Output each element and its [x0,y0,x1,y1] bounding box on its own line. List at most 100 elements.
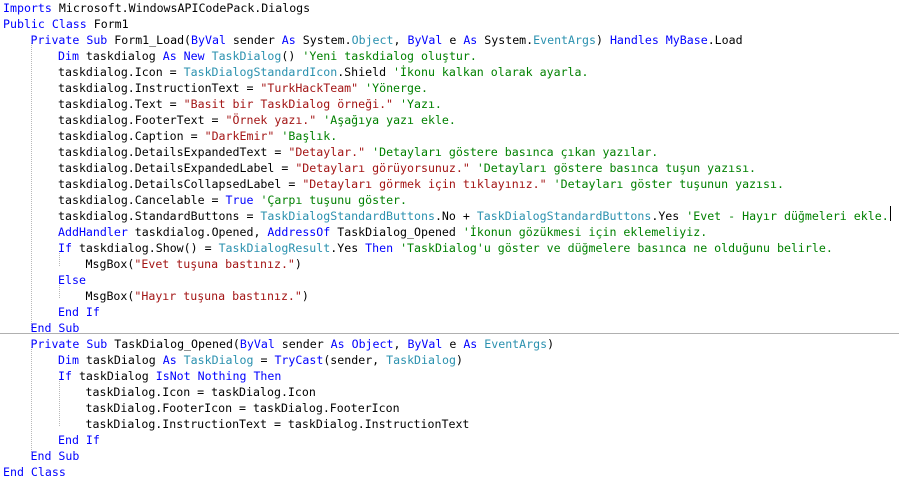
code-token: 'Yönerge. [365,81,428,95]
code-token: MsgBox( [85,257,135,271]
code-token: MsgBox( [85,289,135,303]
code-line[interactable]: Private Sub TaskDialog_Opened(ByVal send… [31,336,555,352]
code-token: "Basit bir TaskDialog örneği." [183,97,394,111]
indent-guide [31,347,32,452]
code-line[interactable]: Dim taskDialog As TaskDialog = TryCast(s… [58,352,463,368]
code-token: As [281,33,296,47]
code-line[interactable]: taskdialog.DetailsCollapsedLabel = "Deta… [58,176,784,192]
code-token: (sender, [323,353,387,367]
code-line[interactable]: taskDialog.Icon = taskDialog.Icon [86,384,316,400]
code-line[interactable]: taskDialog.InstructionText = taskDialog.… [86,416,470,432]
code-token: taskDialog [78,353,163,367]
code-token: TaskDialogResult [218,241,331,255]
code-token: "Evet tuşuna bastınız." [134,257,295,271]
code-line[interactable]: taskdialog.Caption = "DarkEmir" 'Başlık. [58,128,337,144]
indent-guide [59,381,60,426]
code-token: taskdialog.DetailsCollapsedLabel = [58,177,303,191]
code-token: "TurkHackTeam" [260,81,359,95]
code-token: Else [58,273,86,287]
code-token: 'Çarpı tuşunu göster. [260,193,408,207]
code-token: Then [365,241,394,255]
code-token: taskDialog [71,369,156,383]
code-token: TryCast [274,353,324,367]
code-token: TaskDialog_Opened [330,225,463,239]
code-token: Form1 [86,17,129,31]
code-line[interactable]: End Class [3,464,66,480]
code-line[interactable]: Private Sub Form1_Load(ByVal sender As S… [31,32,743,48]
code-token: Dim [58,49,79,63]
code-line[interactable]: If taskdialog.Show() = TaskDialogResult.… [58,240,833,256]
code-line[interactable]: taskdialog.Cancelable = True 'Çarpı tuşu… [58,192,407,208]
code-line[interactable]: End Sub [31,448,80,464]
code-token: If [58,369,72,383]
code-token: 'Detayları göstere basınca tuşun yazısı. [476,161,757,175]
code-token: EventArgs [484,337,548,351]
code-editor[interactable]: Imports Microsoft.WindowsAPICodePack.Dia… [0,0,899,480]
indent-guide [31,43,32,330]
text-caret [890,206,891,221]
code-token: taskdialog.DetailsExpandedLabel = [58,161,296,175]
code-token: ByVal [191,33,226,47]
code-token: taskdialog.DetailsExpandedText = [58,145,289,159]
code-token: TaskDialogStandardButtons [260,209,435,223]
code-token: System. [295,33,352,47]
code-token: ) [455,353,463,367]
code-token: e [442,337,464,351]
code-token: ) [301,289,309,303]
code-line[interactable]: Dim taskdialog As New TaskDialog() 'Yeni… [58,48,477,64]
code-token: 'Evet - Hayır düğmeleri ekle. [686,209,889,223]
code-line[interactable]: taskdialog.FooterText = "Örnek yazı." 'A… [58,112,456,128]
code-line[interactable]: taskdialog.DetailsExpandedText = "Detayl… [58,144,658,160]
code-token: 'İkonun gözükmesi için eklemeliyiz. [462,225,708,239]
code-token: 'Detayları göster tuşunun yazısı. [553,177,784,191]
code-token: If [58,241,72,255]
code-token: TaskDialog [386,353,456,367]
code-token: "Detayları görmek için tıklayınız." [302,177,547,191]
code-token: sender [225,33,282,47]
code-token: taskdialog.InstructionText = [58,81,261,95]
code-token: AddressOf [267,225,331,239]
code-line[interactable]: MsgBox("Hayır tuşuna bastınız.") [86,288,309,304]
code-token: Form1_Load( [107,33,192,47]
code-token: As Object [330,337,394,351]
method-separator [0,333,899,334]
code-line[interactable]: End If [58,304,100,320]
code-line[interactable]: If taskDialog IsNot Nothing Then [58,368,281,384]
code-token: ByVal [407,337,443,351]
code-line[interactable]: End Sub [31,320,80,336]
code-token: TaskDialogStandardIcon [183,65,338,79]
code-token: taskDialog.FooterIcon = taskDialog.Foote… [85,401,400,415]
code-token: e [442,33,464,47]
code-token: End If [58,433,100,447]
code-line[interactable]: Else [58,272,86,288]
code-token: "Örnek yazı." [225,113,317,127]
code-token: End If [58,305,100,319]
code-token: EventArgs [533,33,596,47]
code-token: 'TaskDialog'u göster ve düğmelere basınc… [400,241,833,255]
code-line[interactable]: taskDialog.FooterIcon = taskDialog.Foote… [86,400,400,416]
code-line[interactable]: taskdialog.StandardButtons = TaskDialogS… [58,208,889,224]
code-token: taskdialog.FooterText = [58,113,226,127]
code-token: taskdialog.Text = [58,97,184,111]
code-line[interactable]: taskdialog.Icon = TaskDialogStandardIcon… [58,64,589,80]
code-line[interactable]: Public Class Form1 [3,16,129,32]
code-token: End Sub [30,321,80,335]
code-token: TaskDialog [183,353,254,367]
code-line[interactable]: Imports Microsoft.WindowsAPICodePack.Dia… [3,0,310,16]
code-line[interactable]: AddHandler taskdialog.Opened, AddressOf … [58,224,707,240]
code-token: taskdialog.StandardButtons = [58,209,261,223]
code-token: taskdialog.Show() = [71,241,219,255]
code-token: .No + [434,209,477,223]
code-token: .Shield [337,65,394,79]
code-token: TaskDialogStandardButtons [476,209,652,223]
code-token: 'Başlık. [281,129,338,143]
code-token: = [253,353,275,367]
code-token: ByVal [239,337,275,351]
code-line[interactable]: taskdialog.DetailsExpandedLabel = "Detay… [58,160,756,176]
code-line[interactable]: taskdialog.Text = "Basit bir TaskDialog … [58,96,442,112]
code-line[interactable]: MsgBox("Evet tuşuna bastınız.") [86,256,302,272]
code-line[interactable]: taskdialog.InstructionText = "TurkHackTe… [58,80,428,96]
code-line[interactable]: End If [58,432,100,448]
